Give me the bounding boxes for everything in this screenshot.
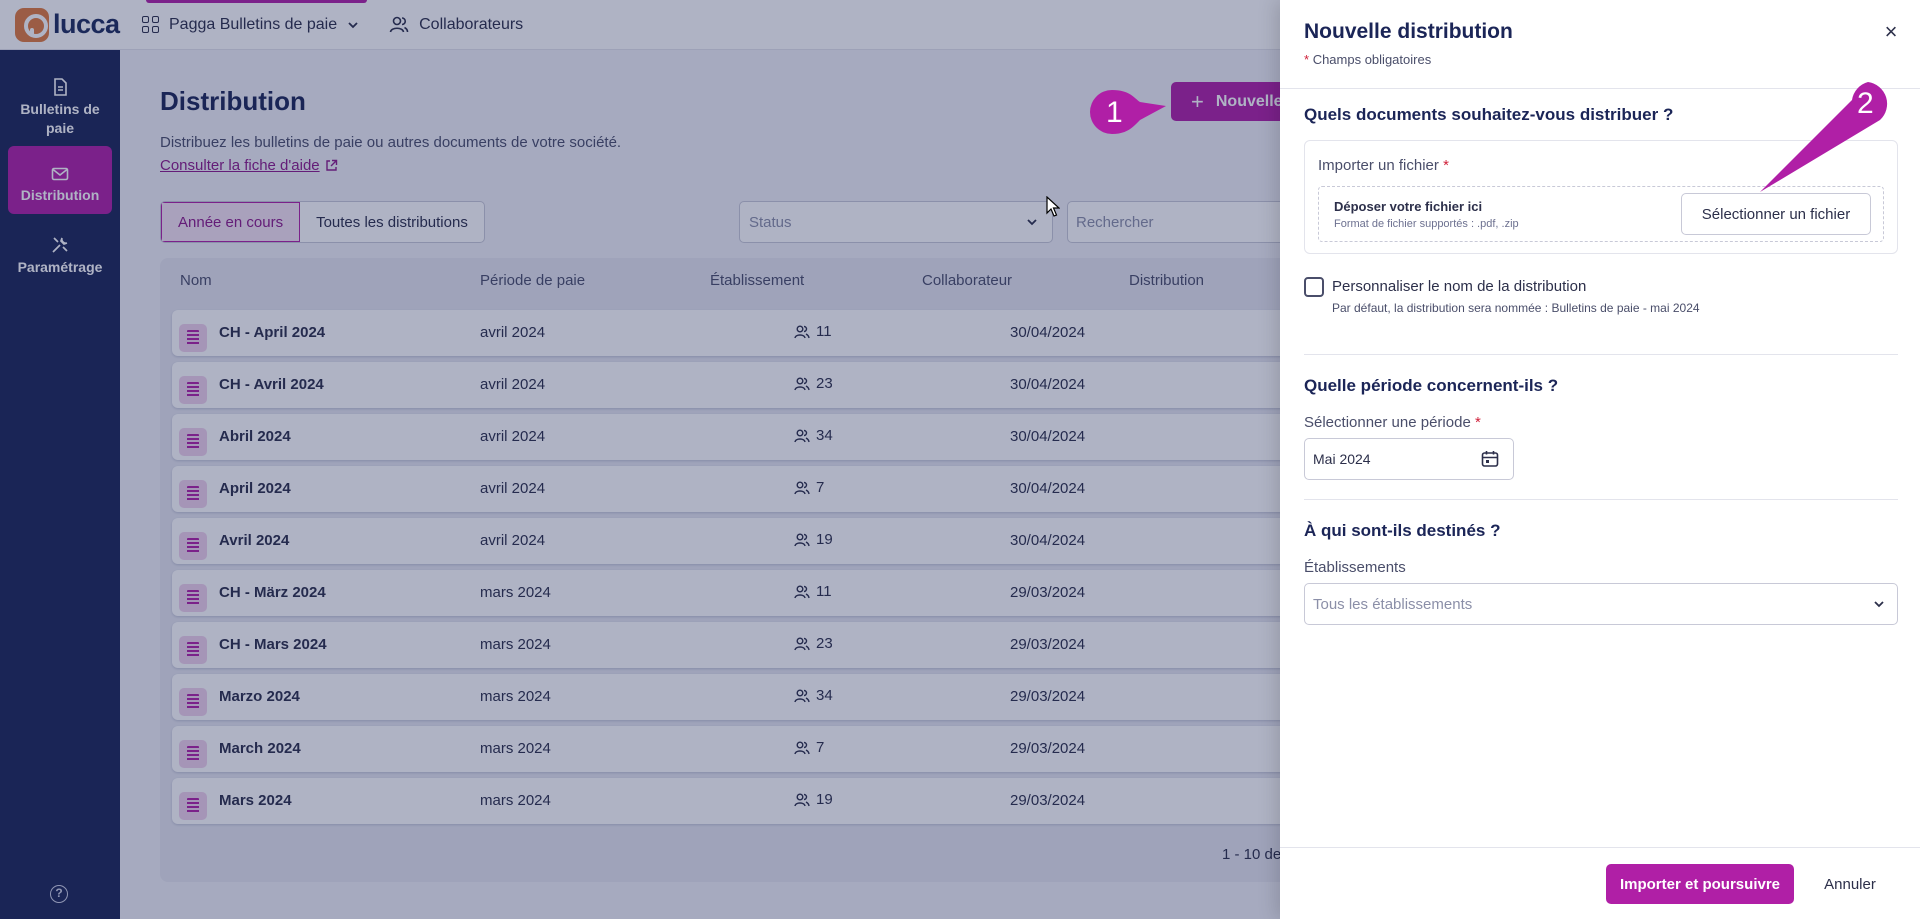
section-title-documents: Quels documents souhaitez-vous distribue… <box>1304 105 1674 124</box>
section-title-period: Quelle période concernent-ils ? <box>1304 376 1559 395</box>
required-fields-note: * Champs obligatoires <box>1304 52 1431 67</box>
drawer-title: Nouvelle distribution <box>1304 20 1513 43</box>
etab-label: Établissements <box>1304 559 1406 576</box>
section-divider <box>1304 354 1898 355</box>
required-star: * <box>1443 157 1449 174</box>
dropzone-title: Déposer votre fichier ici <box>1334 199 1483 214</box>
step-2-number: 2 <box>1857 87 1874 120</box>
cancel-button[interactable]: Annuler <box>1810 864 1890 904</box>
custom-name-label[interactable]: Personnaliser le nom de la distribution <box>1332 278 1586 295</box>
section-title-recipients: À qui sont-ils destinés ? <box>1304 521 1501 540</box>
upload-label-text: Importer un fichier <box>1318 157 1439 174</box>
section-divider <box>1304 499 1898 500</box>
step-2-callout: 2 <box>1760 82 1888 192</box>
mouse-cursor-icon <box>1046 196 1060 217</box>
etab-placeholder: Tous les établissements <box>1313 595 1473 613</box>
required-star: * <box>1304 52 1310 67</box>
close-icon[interactable]: × <box>1879 20 1903 44</box>
period-label-text: Sélectionner une période <box>1304 414 1471 431</box>
custom-name-hint: Par défaut, la distribution sera nommée … <box>1332 301 1700 315</box>
calendar-icon[interactable] <box>1481 450 1499 468</box>
etablissements-select[interactable]: Tous les établissements <box>1304 583 1898 625</box>
custom-name-checkbox[interactable] <box>1304 277 1324 297</box>
step-1-number: 1 <box>1106 96 1123 129</box>
new-distribution-drawer: Nouvelle distribution * Champs obligatoi… <box>1280 0 1920 919</box>
upload-label: Importer un fichier * <box>1318 157 1449 174</box>
import-continue-button[interactable]: Importer et poursuivre <box>1606 864 1794 904</box>
required-note-text: Champs obligatoires <box>1312 52 1432 67</box>
dropzone-formats: Format de fichier supportés : .pdf, .zip <box>1334 218 1519 230</box>
step-1-callout: 1 <box>1090 90 1166 134</box>
footer-divider <box>1280 847 1920 848</box>
period-label: Sélectionner une période * <box>1304 414 1481 431</box>
required-star: * <box>1474 414 1481 431</box>
chevron-down-icon <box>1874 601 1884 608</box>
